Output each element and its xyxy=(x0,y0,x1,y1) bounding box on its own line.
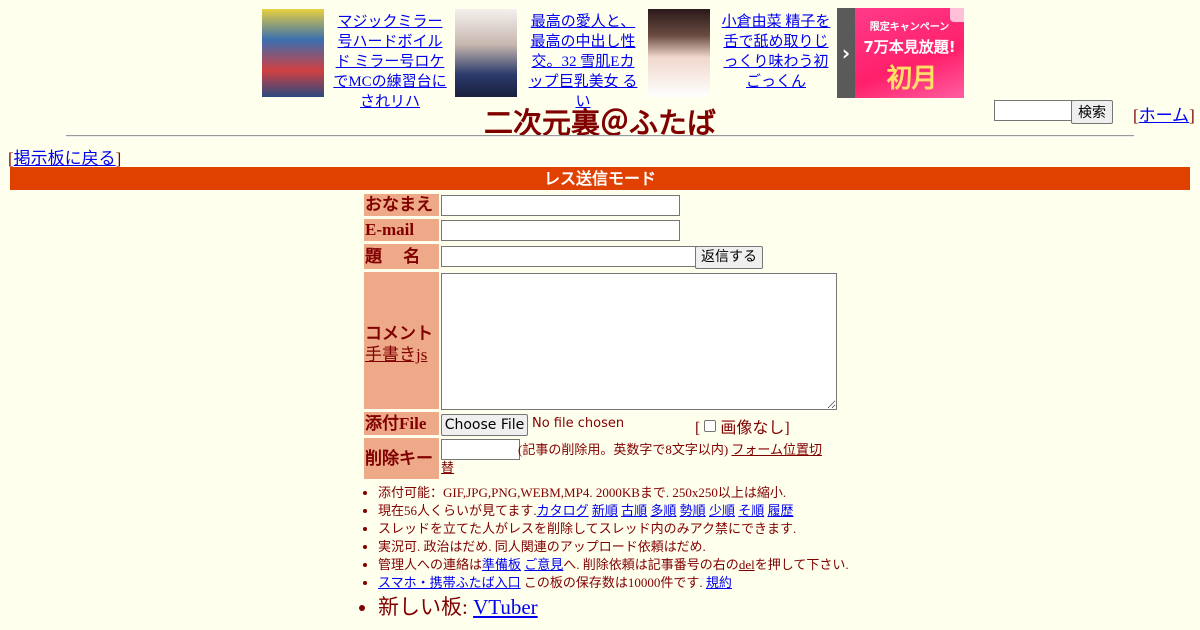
new-board-label: 新しい板: xyxy=(378,595,474,619)
note-item: スレッドを立てた人がレスを削除してスレッド内のみアク禁にできます. xyxy=(378,520,898,538)
chevron-right-icon[interactable]: › xyxy=(837,8,855,98)
mobile-entrance-link[interactable]: スマホ・携帯ふたば入口 xyxy=(378,575,521,590)
email-label: E-mail xyxy=(364,219,439,241)
sort-link[interactable]: 少順 xyxy=(709,503,735,518)
delete-key-hint: (記事の削除用。英数字で8文字以内) xyxy=(518,442,729,457)
search-button[interactable]: 検索 xyxy=(1071,100,1113,124)
sort-link[interactable]: 多順 xyxy=(650,503,676,518)
search-input[interactable] xyxy=(994,100,1072,121)
feedback-link[interactable]: ご意見 xyxy=(524,557,563,572)
handwrite-link[interactable]: 手書きjs xyxy=(365,340,427,365)
bracket: ] xyxy=(1189,106,1195,125)
board-notes: 添付可能：GIF,JPG,PNG,WEBM,MP4. 2000KBまで. 250… xyxy=(362,484,898,620)
banner-price: 初月890円 xyxy=(886,64,937,94)
back-nav: [掲示板に戻る] xyxy=(8,144,121,169)
note-text: へ. 削除依頼は記事番号の右の xyxy=(563,557,739,572)
no-image-label: 画像なし xyxy=(720,420,785,437)
note-item: 管理人への連絡は準備板 ご意見へ. 削除依頼は記事番号の右のdelを押して下さい… xyxy=(378,556,898,574)
email-input[interactable] xyxy=(441,220,680,241)
delete-key-label: 削除キー xyxy=(364,438,439,479)
campaign-banner[interactable]: 限定キャンペーン 7万本見放題! 初月890円 xyxy=(855,8,964,98)
reply-mode-bar: レス送信モード xyxy=(10,167,1190,190)
name-label: おなまえ xyxy=(364,194,439,216)
ad-link[interactable]: マジックミラー号ハードボイルド ミラー号ロケでMCの練習台にされリハ xyxy=(333,14,446,110)
subject-input[interactable] xyxy=(441,246,697,267)
delete-key-note: (記事の削除用。英数字で8文字以内) フォーム位置切替 xyxy=(441,441,831,477)
banner-line: 7万本見放題! xyxy=(863,38,956,56)
note-item: スマホ・携帯ふたば入口 この板の保存数は10000件です. 規約 xyxy=(378,574,898,592)
note-text: この板の保存数は10000件です. xyxy=(520,575,703,590)
catalog-link[interactable]: カタログ xyxy=(537,503,589,518)
search-form: 検索 xyxy=(994,100,1113,124)
sort-link[interactable]: そ順 xyxy=(738,503,764,518)
subject-label: 題 名 xyxy=(364,244,439,269)
history-link[interactable]: 履歴 xyxy=(767,503,793,518)
back-to-board-link[interactable]: 掲示板に戻る xyxy=(14,149,116,168)
choose-file-button[interactable]: Choose File xyxy=(441,414,528,436)
file-status: No file chosen xyxy=(532,416,625,431)
comment-label-cell: コメント 手書きjs xyxy=(364,272,439,409)
del-link[interactable]: del xyxy=(739,557,755,572)
home-link[interactable]: ホーム xyxy=(1139,106,1190,125)
file-label: 添付File xyxy=(364,412,439,435)
note-text: を押して下さい. xyxy=(754,557,849,572)
note-item: 新しい板: VTuber xyxy=(378,594,898,620)
ad-link[interactable]: 最高の愛人と、最高の中出し性交。32 雪肌Eカップ巨乳美女 るい xyxy=(529,14,638,110)
note-text: 管理人への連絡は xyxy=(378,557,483,572)
name-input[interactable] xyxy=(441,195,680,216)
ad-thumbnail[interactable] xyxy=(455,9,517,97)
note-item: 現在56人くらいが見てます.カタログ 新順 古順 多順 勢順 少順 そ順 履歴 xyxy=(378,502,898,520)
ad-thumbnail[interactable] xyxy=(262,9,324,97)
sort-link[interactable]: 古順 xyxy=(621,503,647,518)
rules-link[interactable]: 規約 xyxy=(706,575,732,590)
ad-link[interactable]: 小倉由菜 精子を舌で舐め取りじっくり味わう初ごっくん xyxy=(722,14,831,90)
sort-link[interactable]: 新順 xyxy=(592,503,618,518)
no-image-option: [ 画像なし] xyxy=(695,414,790,438)
viewer-count: 現在56人くらいが見てます. xyxy=(378,503,537,518)
reply-submit-button[interactable]: 返信する xyxy=(695,246,763,269)
divider xyxy=(66,135,1134,137)
home-nav: [ホーム] xyxy=(1133,101,1195,126)
bracket: ] xyxy=(784,420,790,437)
note-item: 実況可. 政治はだめ. 同人関連のアップロード依頼はだめ. xyxy=(378,538,898,556)
bracket: ] xyxy=(115,149,122,168)
vtuber-board-link[interactable]: VTuber xyxy=(473,595,538,619)
prep-board-link[interactable]: 準備板 xyxy=(482,557,521,572)
banner-line: 限定キャンペーン xyxy=(869,22,950,33)
ad-banner-row: マジックミラー号ハードボイルド ミラー号ロケでMCの練習台にされリハ 最高の愛人… xyxy=(262,8,964,110)
ad-thumbnail[interactable] xyxy=(648,9,710,97)
note-item: 添付可能：GIF,JPG,PNG,WEBM,MP4. 2000KBまで. 250… xyxy=(378,484,898,502)
bracket: [ xyxy=(695,420,701,437)
sort-link[interactable]: 勢順 xyxy=(680,503,706,518)
comment-textarea[interactable] xyxy=(441,273,837,410)
no-image-checkbox[interactable] xyxy=(704,420,717,432)
